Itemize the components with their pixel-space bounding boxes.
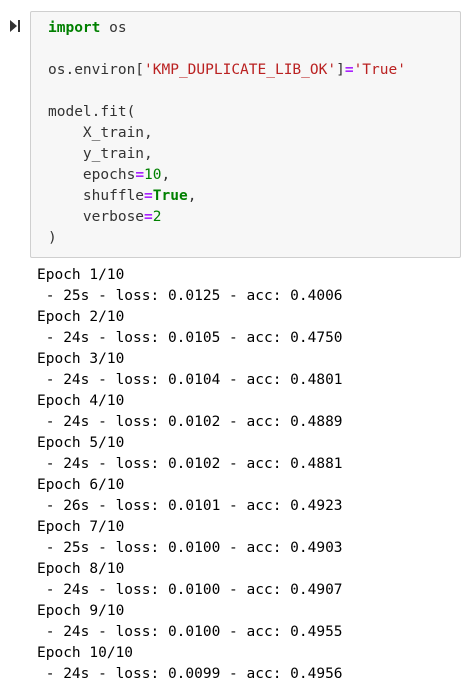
output-line-epoch: Epoch 1/10 (37, 267, 125, 283)
output-line-epoch: Epoch 3/10 (37, 351, 125, 367)
fit-call: model.fit( (48, 104, 136, 120)
output-line-metrics: - 24s - loss: 0.0105 - acc: 0.4750 (37, 330, 343, 346)
code-line-verbose: verbose=2 (48, 207, 406, 228)
run-cell-icon[interactable] (8, 18, 22, 34)
code-line-arg-x: X_train, (48, 123, 406, 144)
arg-y: y_train, (48, 146, 153, 162)
code-line-close: ) (48, 228, 406, 249)
output-line-metrics: - 24s - loss: 0.0102 - acc: 0.4881 (37, 456, 343, 472)
output-line-epoch: Epoch 7/10 (37, 519, 125, 535)
output-line-epoch: Epoch 9/10 (37, 603, 125, 619)
environ-close: ] (336, 62, 345, 78)
arg-verbose-value: 2 (152, 209, 162, 225)
arg-epochs-eq: = (135, 167, 145, 183)
output-line-metrics: - 24s - loss: 0.0100 - acc: 0.4907 (37, 582, 343, 598)
arg-epochs-value: 10 (144, 167, 162, 183)
output-line-epoch: Epoch 8/10 (37, 561, 125, 577)
code-line-epochs: epochs=10, (48, 165, 406, 186)
arg-epochs-name: epochs (48, 167, 136, 183)
output-line-metrics: - 24s - loss: 0.0104 - acc: 0.4801 (37, 372, 343, 388)
arg-epochs-comma: , (161, 167, 171, 183)
output-line-epoch: Epoch 2/10 (37, 309, 125, 325)
output-line-metrics: - 26s - loss: 0.0101 - acc: 0.4923 (37, 498, 343, 514)
code-editor[interactable]: import os os.environ['KMP_DUPLICATE_LIB_… (48, 18, 406, 249)
code-cell[interactable]: import os os.environ['KMP_DUPLICATE_LIB_… (30, 11, 461, 258)
output-line-metrics: - 24s - loss: 0.0100 - acc: 0.4955 (37, 624, 343, 640)
arg-x: X_train, (48, 125, 153, 141)
close-paren: ) (48, 230, 57, 246)
code-line-import: import os (48, 18, 406, 39)
cell-output: Epoch 1/10 - 25s - loss: 0.0125 - acc: 0… (37, 265, 343, 685)
environ-eq: = (344, 62, 354, 78)
code-line-environ: os.environ['KMP_DUPLICATE_LIB_OK']='True… (48, 60, 406, 81)
import-keyword: import (48, 20, 101, 36)
output-line-metrics: - 25s - loss: 0.0100 - acc: 0.4903 (37, 540, 343, 556)
environ-value: 'True' (353, 62, 406, 78)
output-line-epoch: Epoch 5/10 (37, 435, 125, 451)
code-line-shuffle: shuffle=True, (48, 186, 406, 207)
output-line-metrics: - 24s - loss: 0.0099 - acc: 0.4956 (37, 666, 343, 682)
arg-shuffle-eq: = (144, 188, 153, 204)
import-module: os (100, 20, 127, 36)
run-cell-glyph (10, 20, 20, 32)
arg-verbose-eq: = (144, 209, 153, 225)
code-line-fit: model.fit( (48, 102, 406, 123)
environ-prefix: os.environ[ (48, 62, 145, 78)
output-line-metrics: - 25s - loss: 0.0125 - acc: 0.4006 (37, 288, 343, 304)
output-line-epoch: Epoch 6/10 (37, 477, 125, 493)
arg-shuffle-name: shuffle (48, 188, 145, 204)
output-line-metrics: - 24s - loss: 0.0102 - acc: 0.4889 (37, 414, 343, 430)
arg-shuffle-value: True (152, 188, 188, 204)
arg-shuffle-comma: , (187, 188, 197, 204)
output-line-epoch: Epoch 4/10 (37, 393, 125, 409)
code-line-arg-y: y_train, (48, 144, 406, 165)
output-line-epoch: Epoch 10/10 (37, 645, 134, 661)
arg-verbose-name: verbose (48, 209, 145, 225)
environ-key: 'KMP_DUPLICATE_LIB_OK' (144, 62, 337, 78)
